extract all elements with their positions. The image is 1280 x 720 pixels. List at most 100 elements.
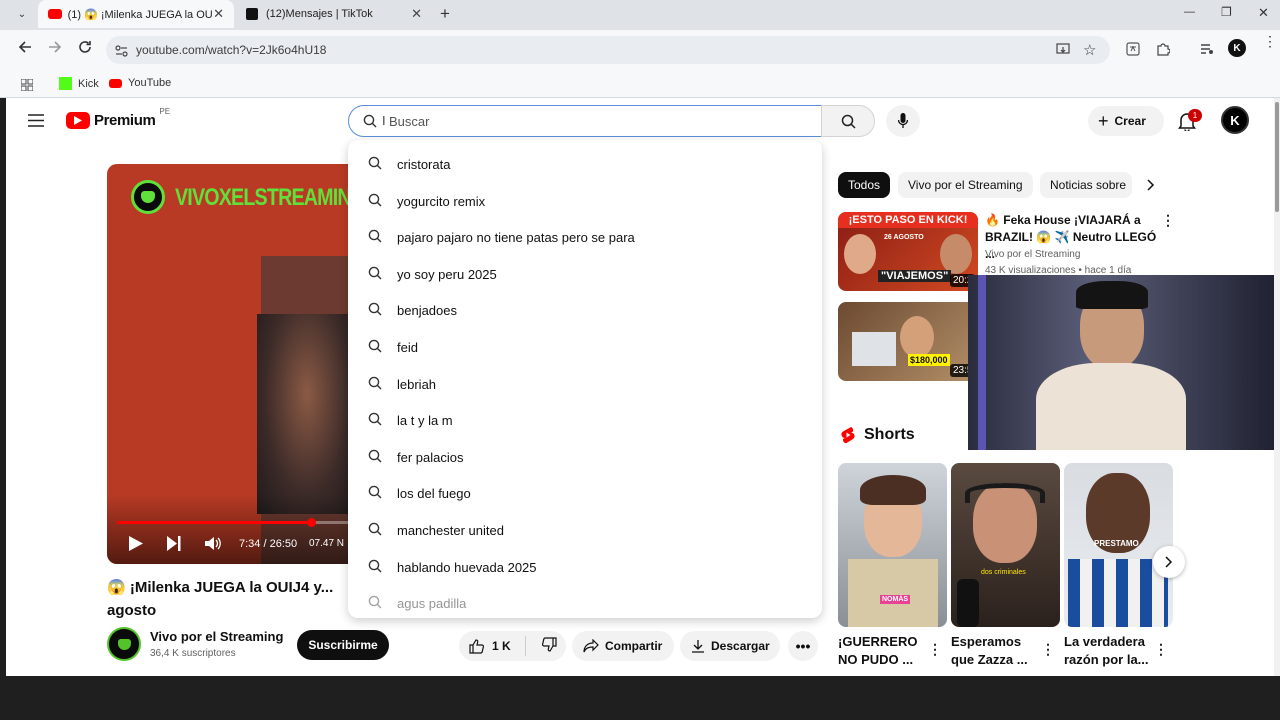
bookmark-youtube[interactable]: YouTube — [109, 77, 171, 89]
account-avatar[interactable]: K — [1221, 106, 1249, 134]
recommendation-channel-1[interactable]: Vivo por el Streaming — [985, 249, 1080, 260]
search-suggestion-item[interactable]: yo soy peru 2025 — [348, 256, 822, 292]
search-icon — [368, 485, 382, 502]
short-thumbnail-2[interactable]: dos criminales — [951, 463, 1060, 627]
chevron-right-icon — [1165, 556, 1173, 568]
youtube-logo[interactable]: Premium PE — [66, 107, 170, 129]
channel-name[interactable]: Vivo por el Streaming — [150, 629, 283, 644]
share-button[interactable]: Compartir — [572, 631, 674, 661]
video-player[interactable]: VIVOXELSTREAMIN 7:34 / 26:50 07.47 N — [107, 164, 353, 564]
short-menu-icon[interactable]: ⋮ — [928, 641, 942, 658]
subscribe-button[interactable]: Suscribirme — [297, 630, 389, 660]
progress-track[interactable] — [117, 521, 353, 524]
search-suggestion-item[interactable]: la t y la m — [348, 402, 822, 438]
next-video-icon[interactable] — [167, 536, 181, 556]
search-suggestion-item[interactable]: pajaro pajaro no tiene patas pero se par… — [348, 219, 822, 255]
channel-avatar[interactable] — [107, 627, 141, 661]
suggestion-text: manchester united — [397, 523, 504, 538]
translate-icon[interactable] — [1126, 42, 1140, 61]
chip-noticias[interactable]: Noticias sobre — [1040, 172, 1132, 198]
notification-count-badge: 1 — [1188, 109, 1202, 122]
tab-search-button[interactable]: ⌄ — [8, 4, 36, 24]
more-actions-button[interactable]: ••• — [788, 631, 818, 661]
create-label: Crear — [1114, 114, 1146, 128]
media-control-icon[interactable] — [1200, 42, 1214, 60]
volume-icon[interactable] — [205, 536, 222, 556]
search-suggestion-item[interactable]: hablando huevada 2025 — [348, 549, 822, 585]
extensions-icon[interactable] — [1156, 42, 1171, 61]
close-tab-icon[interactable]: ✕ — [213, 6, 224, 22]
search-suggestion-item[interactable]: manchester united — [348, 512, 822, 548]
minimize-button[interactable]: — — [1184, 6, 1195, 18]
recommendation-menu-icon[interactable]: ⋮ — [1161, 212, 1175, 229]
tab-youtube[interactable]: (1) 😱 ¡Milenka JUEGA la OUIJ4 ✕ — [38, 0, 234, 28]
tab-tiktok[interactable]: (12)Mensajes | TikTok ✕ — [236, 0, 432, 28]
chip-todos[interactable]: Todos — [838, 172, 891, 198]
bull-head-icon — [141, 191, 155, 203]
short-thumb-label: NOMÁS — [880, 595, 911, 604]
install-app-icon[interactable] — [1056, 43, 1070, 61]
site-info-icon[interactable] — [115, 44, 128, 62]
search-suggestion-item[interactable]: lebriah — [348, 366, 822, 402]
shorts-icon — [840, 426, 856, 449]
search-suggestion-item[interactable]: fer palacios — [348, 439, 822, 475]
webcam-light-strip — [978, 275, 986, 450]
thumb-face — [900, 316, 934, 358]
search-suggestion-item[interactable]: benjadoes — [348, 292, 822, 328]
chip-vivo-por-el-streaming[interactable]: Vivo por el Streaming — [898, 172, 1033, 198]
close-tab-icon[interactable]: ✕ — [411, 6, 422, 22]
progress-scrubber[interactable] — [307, 518, 316, 527]
voice-search-button[interactable] — [886, 105, 920, 137]
short-title-1[interactable]: ¡GUERRERO NO PUDO ... — [838, 633, 924, 669]
maximize-button[interactable]: ❐ — [1221, 5, 1232, 19]
suggestion-text: cristorata — [397, 157, 451, 172]
new-tab-button[interactable]: + — [440, 4, 450, 24]
page-scrollbar[interactable] — [1274, 98, 1280, 676]
suggestion-text: feid — [397, 340, 418, 355]
dislike-button[interactable] — [532, 637, 557, 655]
short-title-2[interactable]: Esperamos que Zazza ... — [951, 633, 1037, 669]
close-window-button[interactable]: ✕ — [1258, 5, 1269, 21]
bookmark-kick[interactable]: Kick — [59, 77, 99, 90]
search-suggestion-item[interactable]: agus padilla — [348, 585, 822, 618]
forward-arrow-icon[interactable] — [48, 40, 62, 59]
play-icon[interactable] — [129, 536, 143, 556]
suggestion-text: benjadoes — [397, 303, 457, 319]
short-title-3[interactable]: La verdadera razón por la... — [1064, 633, 1150, 669]
download-button[interactable]: Descargar — [680, 631, 780, 661]
apps-grid-icon[interactable] — [20, 78, 34, 96]
browser-menu-icon[interactable]: ⋮ — [1263, 34, 1277, 48]
short-thumbnail-3[interactable]: PRESTAMO — [1064, 463, 1173, 627]
tiktok-favicon-icon — [246, 8, 258, 20]
profile-avatar[interactable]: K — [1228, 39, 1246, 57]
bookmark-star-icon[interactable]: ☆ — [1083, 41, 1096, 59]
search-icon — [368, 449, 382, 466]
controls-gradient — [107, 494, 353, 564]
create-button[interactable]: + Crear — [1088, 106, 1164, 136]
short-thumbnail-1[interactable]: NOMÁS — [838, 463, 947, 627]
video-person-silhouette — [257, 314, 353, 514]
scrollbar-thumb[interactable] — [1275, 102, 1279, 212]
back-arrow-icon[interactable] — [18, 40, 32, 59]
chips-next-chevron-icon[interactable] — [1147, 178, 1155, 196]
logo-text: Premium — [94, 112, 156, 129]
channel-emblem-icon — [131, 180, 165, 214]
search-suggestion-item[interactable]: los del fuego — [348, 475, 822, 511]
shorts-next-button[interactable] — [1153, 546, 1185, 578]
search-suggestion-item[interactable]: feid — [348, 329, 822, 365]
suggestion-text: pajaro pajaro no tiene patas pero se par… — [397, 230, 635, 246]
search-suggestion-item[interactable]: cristorata — [348, 146, 822, 182]
search-icon — [368, 339, 382, 356]
reload-icon[interactable] — [78, 40, 92, 59]
address-bar[interactable]: youtube.com/watch?v=2Jk6o4hU18 ☆ — [106, 36, 1110, 64]
hamburger-menu-icon[interactable] — [28, 114, 44, 132]
recommendation-thumbnail-1[interactable]: ¡ESTO PASO EN KICK! 26 AGOSTO "VIAJEMOS"… — [838, 212, 978, 291]
like-button[interactable]: 1 K — [459, 638, 511, 654]
short-menu-icon[interactable]: ⋮ — [1041, 641, 1055, 658]
recommendation-thumbnail-2[interactable]: $180,000 23:5 — [838, 302, 978, 381]
chapter-label: 07.47 N — [309, 538, 345, 549]
search-input[interactable]: I Buscar — [348, 105, 822, 137]
short-menu-icon[interactable]: ⋮ — [1154, 641, 1168, 658]
search-button[interactable] — [821, 105, 875, 137]
search-suggestion-item[interactable]: yogurcito remix — [348, 183, 822, 219]
